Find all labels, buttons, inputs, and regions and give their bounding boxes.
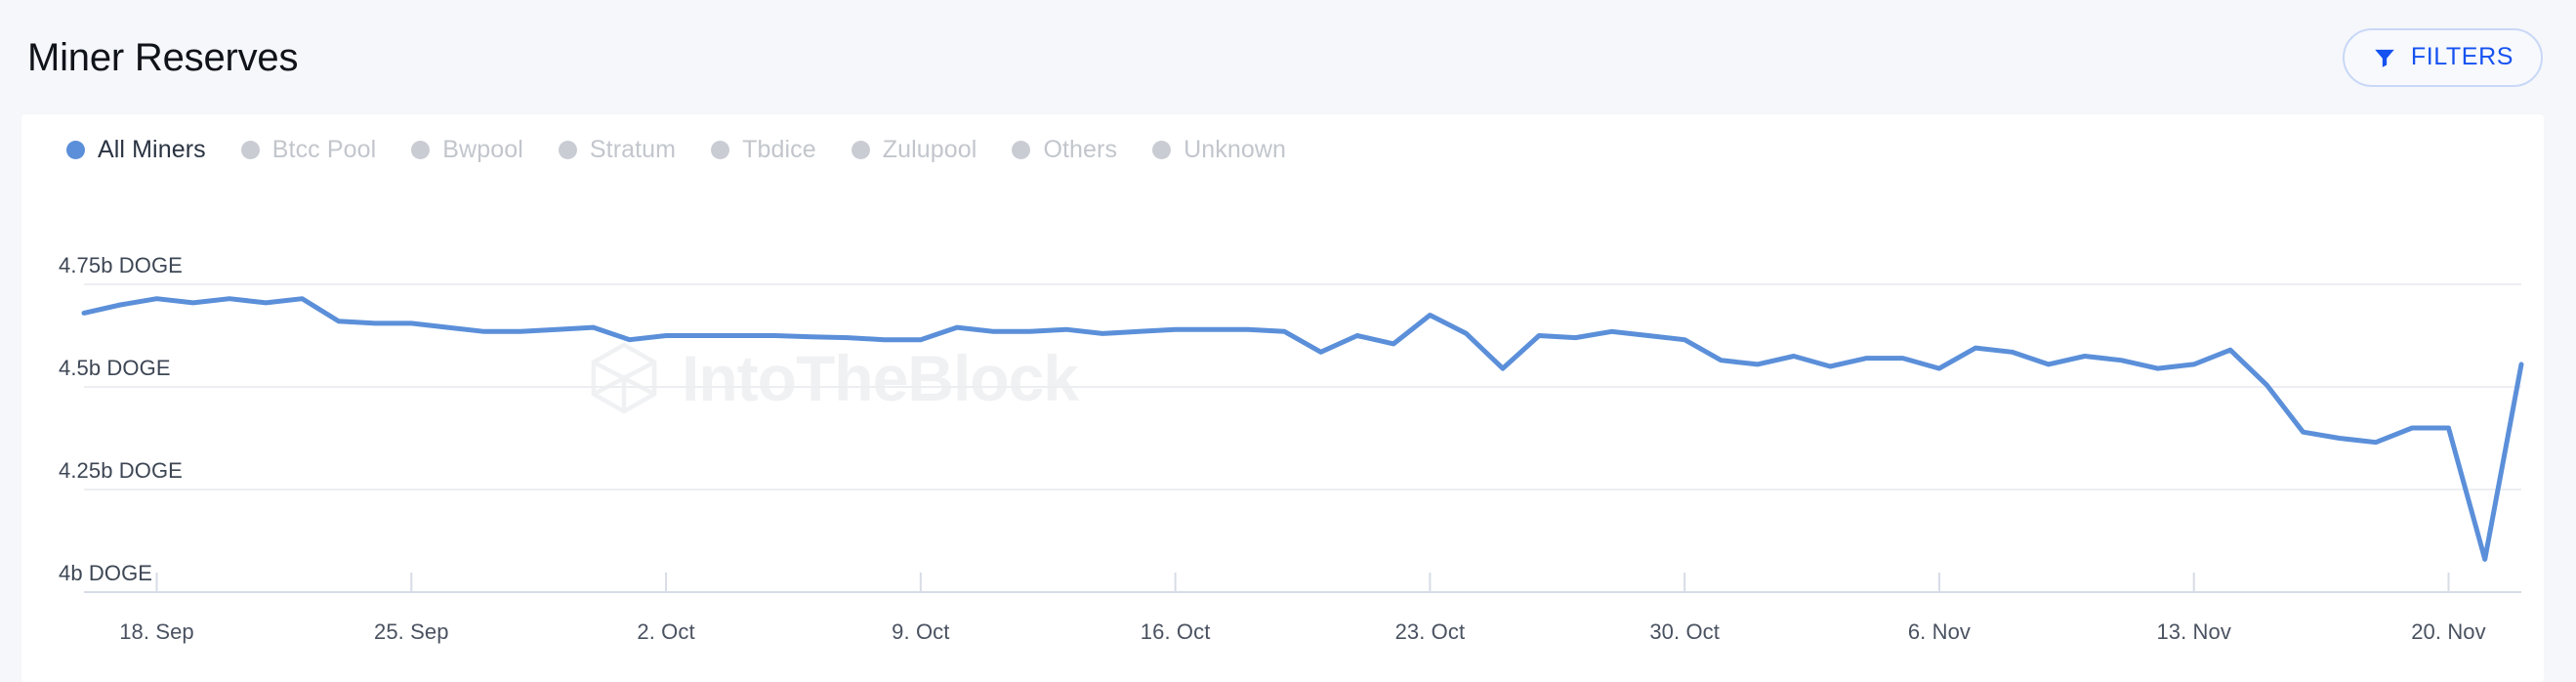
x-axis-label: 25. Sep: [374, 619, 449, 645]
funnel-icon: [2372, 45, 2397, 70]
filters-button-label: FILTERS: [2411, 43, 2514, 71]
miner-reserves-page: Miner Reserves FILTERS All MinersBtcc Po…: [0, 0, 2576, 682]
series-line-all-miners: [84, 299, 2521, 560]
y-axis-label: 4.5b DOGE: [59, 356, 171, 381]
x-axis-label: 18. Sep: [119, 619, 194, 645]
x-axis-label: 6. Nov: [1908, 619, 1971, 645]
y-axis-label: 4.75b DOGE: [59, 253, 183, 278]
line-chart: [21, 114, 2544, 682]
x-axis-label: 23. Oct: [1395, 619, 1466, 645]
x-axis-label: 13. Nov: [2156, 619, 2231, 645]
page-header: Miner Reserves FILTERS: [0, 0, 2576, 114]
y-axis-label: 4b DOGE: [59, 561, 152, 586]
x-axis-label: 20. Nov: [2411, 619, 2486, 645]
x-axis-label: 2. Oct: [637, 619, 694, 645]
chart-card: All MinersBtcc PoolBwpoolStratumTbdiceZu…: [21, 114, 2544, 682]
x-axis-label: 16. Oct: [1141, 619, 1211, 645]
x-axis-label: 30. Oct: [1649, 619, 1720, 645]
filters-button[interactable]: FILTERS: [2343, 28, 2543, 87]
x-axis-label: 9. Oct: [892, 619, 949, 645]
y-axis-label: 4.25b DOGE: [59, 458, 183, 484]
page-title: Miner Reserves: [27, 38, 298, 77]
chart-plot-area: 4.75b DOGE 4.5b DOGE 4.25b DOGE 4b DOGE 18. …: [21, 114, 2544, 682]
